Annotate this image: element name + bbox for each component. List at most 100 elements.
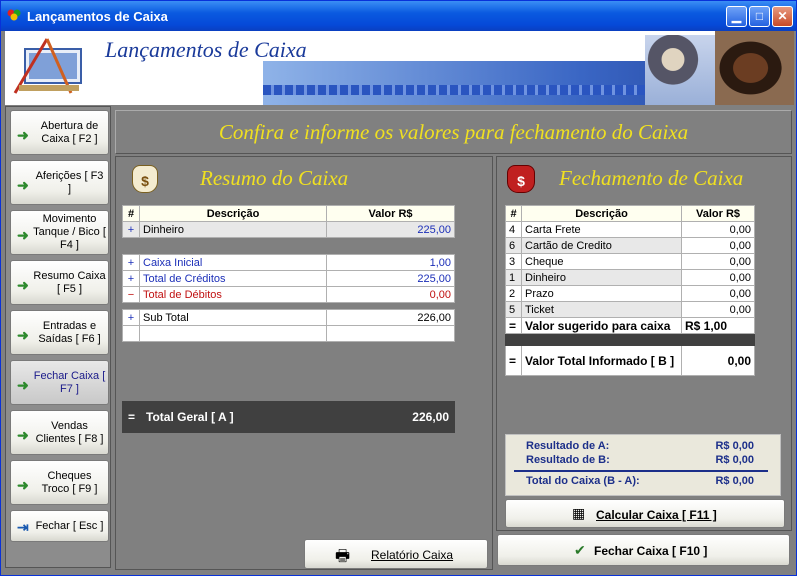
person-photo: [645, 35, 715, 105]
sidebar-item-label: Movimento Tanque / Bico [ F4 ]: [33, 213, 106, 251]
row-desc: Valor Total Informado [ B ]: [521, 345, 682, 376]
table-row[interactable]: 3 Cheque 0,00: [505, 253, 755, 270]
maximize-button[interactable]: □: [749, 6, 770, 27]
calcular-caixa-button[interactable]: ▦ Calcular Caixa [ F11 ]: [505, 499, 785, 528]
main-panel: Confira e informe os valores para fecham…: [113, 106, 794, 570]
row-desc: Caixa Inicial: [139, 254, 327, 271]
row-value: R$ 1,00: [681, 317, 755, 334]
arrow-icon: ➜: [17, 177, 29, 193]
relatorio-caixa-button[interactable]: 🖶 Relatório Caixa: [304, 539, 488, 569]
sidebar-item-label: Fechar Caixa [ F7 ]: [33, 369, 106, 395]
table-row[interactable]: 5 Ticket 0,00: [505, 301, 755, 318]
fechamento-table: # Descrição Valor R$ 4 Carta Frete 0,00 6C…: [505, 205, 755, 376]
column-header: #: [505, 205, 522, 222]
row-desc: Sub Total: [139, 309, 327, 326]
informed-row: = Valor Total Informado [ B ] 0,00: [505, 345, 755, 376]
exit-icon: ⇥: [17, 519, 29, 535]
table-row[interactable]: + Caixa Inicial 1,00: [122, 254, 455, 271]
row-code: 5: [505, 301, 522, 318]
table-row[interactable]: + Sub Total 226,00: [122, 309, 455, 326]
arrow-icon: ➜: [17, 477, 29, 493]
minimize-button[interactable]: ▁: [726, 6, 747, 27]
table-row[interactable]: + Total de Créditos 225,00: [122, 270, 455, 287]
resumo-title: Resumo do Caixa: [200, 166, 349, 190]
total-sign: =: [128, 410, 136, 424]
arrow-icon: ➜: [17, 427, 29, 443]
spacer-row: [122, 302, 455, 310]
table-row[interactable]: 4 Carta Frete 0,00: [505, 221, 755, 238]
row-value-input[interactable]: 0,00: [681, 221, 755, 238]
sidebar-item-abertura-caixa[interactable]: ➜ Abertura de Caixa [ F2 ]: [10, 110, 109, 155]
row-value: 0,00: [681, 345, 755, 376]
column-header: Descrição: [521, 205, 682, 222]
sidebar-item-entradas-saidas[interactable]: ➜ Entradas e Saídas [ F6 ]: [10, 310, 109, 355]
empty-row: [122, 325, 455, 342]
row-desc: Total de Créditos: [139, 270, 327, 287]
table-row[interactable]: 6 Cartão de Credito 0,00: [505, 237, 755, 254]
total-value: 226,00: [412, 410, 449, 424]
row-code: 1: [505, 269, 522, 286]
resumo-table: # Descrição Valor R$ + Dinheiro 225,00 +…: [122, 205, 455, 342]
table-row[interactable]: + Dinheiro 225,00: [122, 221, 455, 238]
calculator-icon: ▦: [572, 505, 586, 521]
row-value-input[interactable]: 0,00: [681, 237, 755, 254]
close-button[interactable]: ✕: [772, 6, 793, 27]
suggested-row: = Valor sugerido para caixa R$ 1,00: [505, 317, 755, 334]
row-desc: Carta Frete: [521, 221, 682, 238]
row-value-input[interactable]: 0,00: [681, 301, 755, 318]
checkmark-icon: ✔: [574, 542, 586, 558]
row-desc: Prazo: [521, 285, 682, 302]
sidebar-item-fechar[interactable]: ⇥ Fechar [ Esc ]: [10, 510, 109, 542]
fechar-caixa-button[interactable]: ✔ Fechar Caixa [ F10 ]: [497, 534, 790, 566]
sidebar-item-movimento-tanque[interactable]: ➜ Movimento Tanque / Bico [ F4 ]: [10, 210, 109, 255]
sidebar-item-label: Aferições [ F3 ]: [35, 169, 104, 195]
table-row[interactable]: − Total de Débitos 0,00: [122, 286, 455, 303]
column-header: Valor R$: [326, 205, 455, 222]
row-desc: Ticket: [521, 301, 682, 318]
row-value-input[interactable]: 0,00: [681, 285, 755, 302]
sidebar-item-cheques-troco[interactable]: ➜ Cheques Troco [ F9 ]: [10, 460, 109, 505]
arrow-icon: ➜: [17, 127, 29, 143]
row-sign: +: [122, 270, 140, 287]
row-value: 225,00: [326, 221, 455, 238]
fechar-caixa-label: Fechar Caixa [ F10 ]: [594, 544, 708, 558]
banner: Lançamentos de Caixa: [5, 31, 794, 105]
row-value-input[interactable]: 0,00: [681, 253, 755, 270]
sidebar: ➜ Abertura de Caixa [ F2 ] ➜ Aferições [ F…: [5, 106, 111, 568]
app-icon: [7, 9, 21, 21]
sidebar-item-label: Resumo Caixa [ F5 ]: [33, 269, 106, 295]
row-desc: Dinheiro: [139, 221, 327, 238]
sidebar-item-label: Fechar [ Esc ]: [35, 519, 104, 532]
application-window: Lançamentos de Caixa ▁ □ ✕ Lançamentos d…: [0, 0, 797, 576]
row-sign: +: [122, 254, 140, 271]
title-bar[interactable]: Lançamentos de Caixa ▁ □ ✕: [1, 1, 796, 31]
resultado-b-label: Resultado de B:: [526, 454, 610, 466]
row-sign: −: [122, 286, 140, 303]
row-sign: +: [122, 309, 140, 326]
register-logo-icon: [13, 38, 82, 94]
person-photo-2: [715, 31, 794, 105]
table-row[interactable]: 2 Prazo 0,00: [505, 285, 755, 302]
row-value: 1,00: [326, 254, 455, 271]
minimize-icon: ▁: [731, 9, 742, 23]
banner-title: Lançamentos de Caixa: [105, 37, 307, 62]
money-bag-icon: $: [132, 165, 158, 193]
row-desc: Cheque: [521, 253, 682, 270]
divider: [514, 470, 768, 472]
column-header: Valor R$: [681, 205, 755, 222]
row-value: 0,00: [326, 286, 455, 303]
row-value-input[interactable]: 0,00: [681, 269, 755, 286]
row-desc: Valor sugerido para caixa: [521, 317, 682, 334]
sidebar-item-afericoes[interactable]: ➜ Aferições [ F3 ]: [10, 160, 109, 205]
sidebar-item-fechar-caixa[interactable]: ➜ Fechar Caixa [ F7 ]: [10, 360, 109, 405]
arrow-icon: ➜: [17, 277, 29, 293]
sidebar-item-vendas-clientes[interactable]: ➜ Vendas Clientes [ F8 ]: [10, 410, 109, 455]
calcular-caixa-label: Calcular Caixa [ F11 ]: [596, 508, 717, 522]
row-value: 225,00: [326, 270, 455, 287]
maximize-icon: □: [755, 9, 764, 23]
sidebar-item-resumo-caixa[interactable]: ➜ Resumo Caixa [ F5 ]: [10, 260, 109, 305]
table-row[interactable]: 1 Dinheiro 0,00: [505, 269, 755, 286]
row-desc: Total de Débitos: [139, 286, 327, 303]
separator-row: [505, 333, 755, 346]
total-caixa-value: R$ 0,00: [715, 475, 754, 487]
